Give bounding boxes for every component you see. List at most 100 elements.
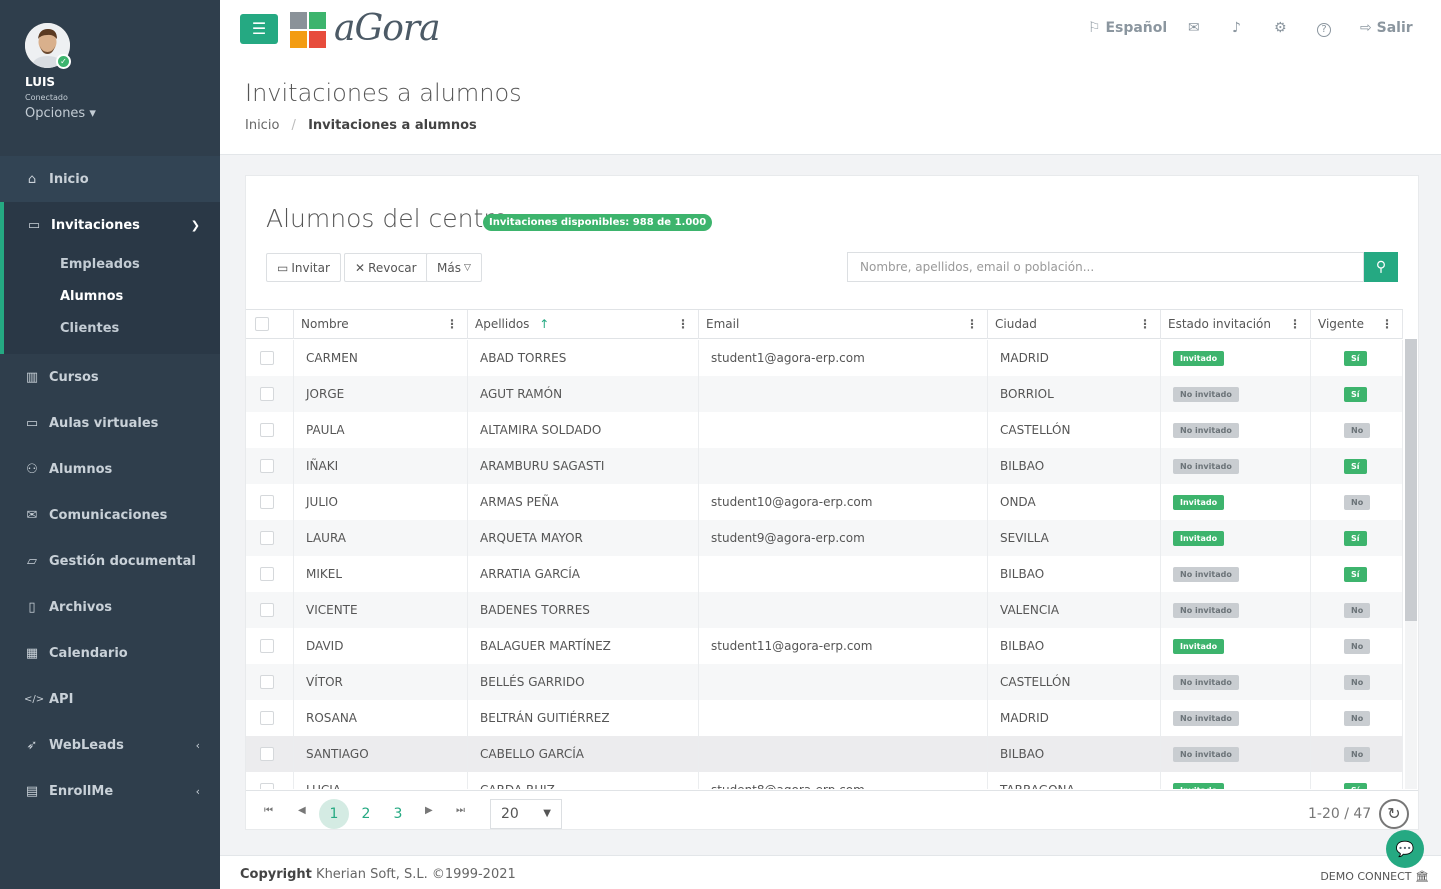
row-checkbox[interactable] [260, 567, 274, 581]
sidebar-item-cursos[interactable]: ▥ Cursos [0, 354, 220, 400]
sidebar-item-webleads[interactable]: ➶ WebLeads ‹ [0, 722, 220, 768]
table-row[interactable]: ROSANA BELTRÁN GUITIÉRREZ MADRID No invitad… [246, 700, 1403, 736]
table-row[interactable]: DAVID BALAGUER MARTÍNEZ student11@agora-er… [246, 628, 1403, 664]
table-row[interactable]: PAULA ALTAMIRA SOLDADO CASTELLÓN No invitad… [246, 412, 1403, 448]
sidebar-item-archivos[interactable]: ▯ Archivos [0, 584, 220, 630]
breadcrumb-home[interactable]: Inicio [245, 118, 279, 133]
sidebar-item-comunicaciones[interactable]: ✉ Comunicaciones [0, 492, 220, 538]
user-options-dropdown[interactable]: Opciones ▾ [25, 106, 96, 121]
app-logo[interactable]: aGora [334, 8, 441, 49]
cell-vigente: No [1311, 484, 1403, 520]
column-menu-icon[interactable]: ⋮ [1289, 310, 1301, 339]
row-checkbox[interactable] [260, 351, 274, 365]
invitation-status-badge: No invitado [1173, 459, 1239, 474]
sidebar-item-enrollme[interactable]: ▤ EnrollMe ‹ [0, 768, 220, 814]
demo-connect-link[interactable]: DEMO CONNECT 🏛 [1320, 870, 1429, 883]
sidebar-subitem-alumnos[interactable]: Alumnos [0, 280, 220, 312]
column-menu-icon[interactable]: ⋮ [966, 310, 978, 339]
sidebar-item-alumnos[interactable]: ⚇ Alumnos [0, 446, 220, 492]
refresh-icon[interactable]: ↻ [1379, 799, 1409, 829]
chat-button[interactable]: 💬 [1386, 830, 1424, 868]
next-page-icon[interactable]: ▶ [425, 805, 433, 816]
cell-text: DAVID [306, 639, 344, 653]
cell-text: student10@agora-erp.com [711, 495, 873, 509]
more-dropdown-button[interactable]: Más ▽ [426, 253, 482, 282]
column-menu-icon[interactable]: ⋮ [1139, 310, 1151, 339]
sidebar-item-inicio[interactable]: ⌂ Inicio [0, 156, 220, 202]
select-all-checkbox[interactable] [255, 317, 269, 331]
revoke-button[interactable]: ✕ Revocar [344, 253, 428, 282]
column-menu-icon[interactable]: ⋮ [446, 310, 458, 339]
sidebar-item-calendario[interactable]: ▦ Calendario [0, 630, 220, 676]
column-menu-icon[interactable]: ⋮ [677, 310, 689, 339]
valid-badge: Sí [1344, 459, 1367, 474]
column-header-nombre[interactable]: Nombre ⋮ [294, 310, 468, 339]
invite-label: Invitar [291, 260, 330, 275]
sidebar-item-gestion-documental[interactable]: ▱ Gestión documental [0, 538, 220, 584]
mail-icon[interactable]: ✉ [1188, 20, 1200, 36]
user-panel: ✓ LUIS Conectado Opciones ▾ [0, 0, 220, 155]
sidebar-item-aulas-virtuales[interactable]: ▭ Aulas virtuales [0, 400, 220, 446]
column-header-email[interactable]: Email ⋮ [699, 310, 988, 339]
row-checkbox[interactable] [260, 711, 274, 725]
sidebar-subitem-clientes[interactable]: Clientes [0, 312, 220, 354]
first-page-icon[interactable]: ⏮ [264, 805, 273, 816]
table-row[interactable]: CARMEN ABAD TORRES student1@agora-erp.com M… [246, 340, 1403, 376]
table-row[interactable]: JULIO ARMAS PEÑA student10@agora-erp.com ON… [246, 484, 1403, 520]
page-button-2[interactable]: 2 [351, 799, 381, 829]
table-row[interactable]: IÑAKI ARAMBURU SAGASTI BILBAO No invitado Sí [246, 448, 1403, 484]
sort-asc-icon: ↑ [539, 317, 550, 331]
search-button[interactable]: ⚲ [1364, 252, 1398, 282]
cell-ciudad: BILBAO [988, 628, 1161, 664]
table-row[interactable]: VÍTOR BELLÉS GARRIDO CASTELLÓN No invitado N… [246, 664, 1403, 700]
row-checkbox[interactable] [260, 639, 274, 653]
page-size-select[interactable]: 20 ▼ [490, 799, 562, 829]
row-checkbox[interactable] [260, 495, 274, 509]
language-label: Español [1105, 20, 1168, 36]
sidebar-item-invitaciones[interactable]: ▭ Invitaciones ❯ [0, 202, 220, 248]
row-checkbox[interactable] [260, 783, 274, 789]
table-row[interactable]: JORGE AGUT RAMÓN BORRIOL No invitado Sí [246, 376, 1403, 412]
row-checkbox[interactable] [260, 747, 274, 761]
bell-icon[interactable]: ♪ [1232, 20, 1241, 36]
row-checkbox[interactable] [260, 423, 274, 437]
gear-icon[interactable]: ⚙ [1274, 20, 1287, 36]
logout-button[interactable]: ⇨ Salir [1360, 20, 1413, 36]
help-icon[interactable]: ? [1317, 23, 1331, 37]
table-row[interactable]: VICENTE BADENES TORRES VALENCIA No invitado… [246, 592, 1403, 628]
cell-estado: Invitado [1161, 520, 1311, 556]
row-checkbox[interactable] [260, 459, 274, 473]
column-header-estado[interactable]: Estado invitación ⋮ [1161, 310, 1311, 339]
cell-ciudad: VALENCIA [988, 592, 1161, 628]
cell-text: PAULA [306, 423, 345, 437]
menu-toggle-button[interactable]: ☰ [240, 14, 278, 44]
sidebar-subitem-empleados[interactable]: Empleados [0, 248, 220, 280]
cell-text: BILBAO [1000, 459, 1045, 473]
invitation-status-badge: No invitado [1173, 711, 1239, 726]
column-menu-icon[interactable]: ⋮ [1381, 310, 1393, 339]
cell-nombre: LUCIA [294, 772, 468, 789]
row-select-cell [246, 412, 294, 448]
column-label: Vigente [1318, 317, 1364, 331]
prev-page-icon[interactable]: ◀ [298, 805, 306, 816]
cell-text: student8@agora-erp.com [711, 783, 865, 789]
table-row[interactable]: MIKEL ARRATIA GARCÍA BILBAO No invitado Sí [246, 556, 1403, 592]
language-selector[interactable]: ⚐ Español [1088, 20, 1167, 36]
column-header-apellidos[interactable]: Apellidos ↑ ⋮ [468, 310, 699, 339]
table-scrollbar-thumb[interactable] [1405, 339, 1417, 621]
column-header-vigente[interactable]: Vigente ⋮ [1311, 310, 1403, 339]
page-button-1[interactable]: 1 [319, 799, 349, 829]
invite-button[interactable]: ▭ Invitar [266, 253, 341, 282]
row-checkbox[interactable] [260, 387, 274, 401]
column-header-ciudad[interactable]: Ciudad ⋮ [988, 310, 1161, 339]
search-input[interactable]: Nombre, apellidos, email o población... [847, 252, 1364, 282]
table-row[interactable]: SANTIAGO CABELLO GARCÍA BILBAO No invitado N… [246, 736, 1403, 772]
page-button-3[interactable]: 3 [383, 799, 413, 829]
row-checkbox[interactable] [260, 675, 274, 689]
table-row[interactable]: LUCIA CARDA RUIZ student8@agora-erp.com TAR… [246, 772, 1403, 789]
table-row[interactable]: LAURA ARQUETA MAYOR student9@agora-erp.com… [246, 520, 1403, 556]
last-page-icon[interactable]: ⏭ [456, 805, 465, 816]
row-checkbox[interactable] [260, 531, 274, 545]
sidebar-item-api[interactable]: </> API [0, 676, 220, 722]
row-checkbox[interactable] [260, 603, 274, 617]
